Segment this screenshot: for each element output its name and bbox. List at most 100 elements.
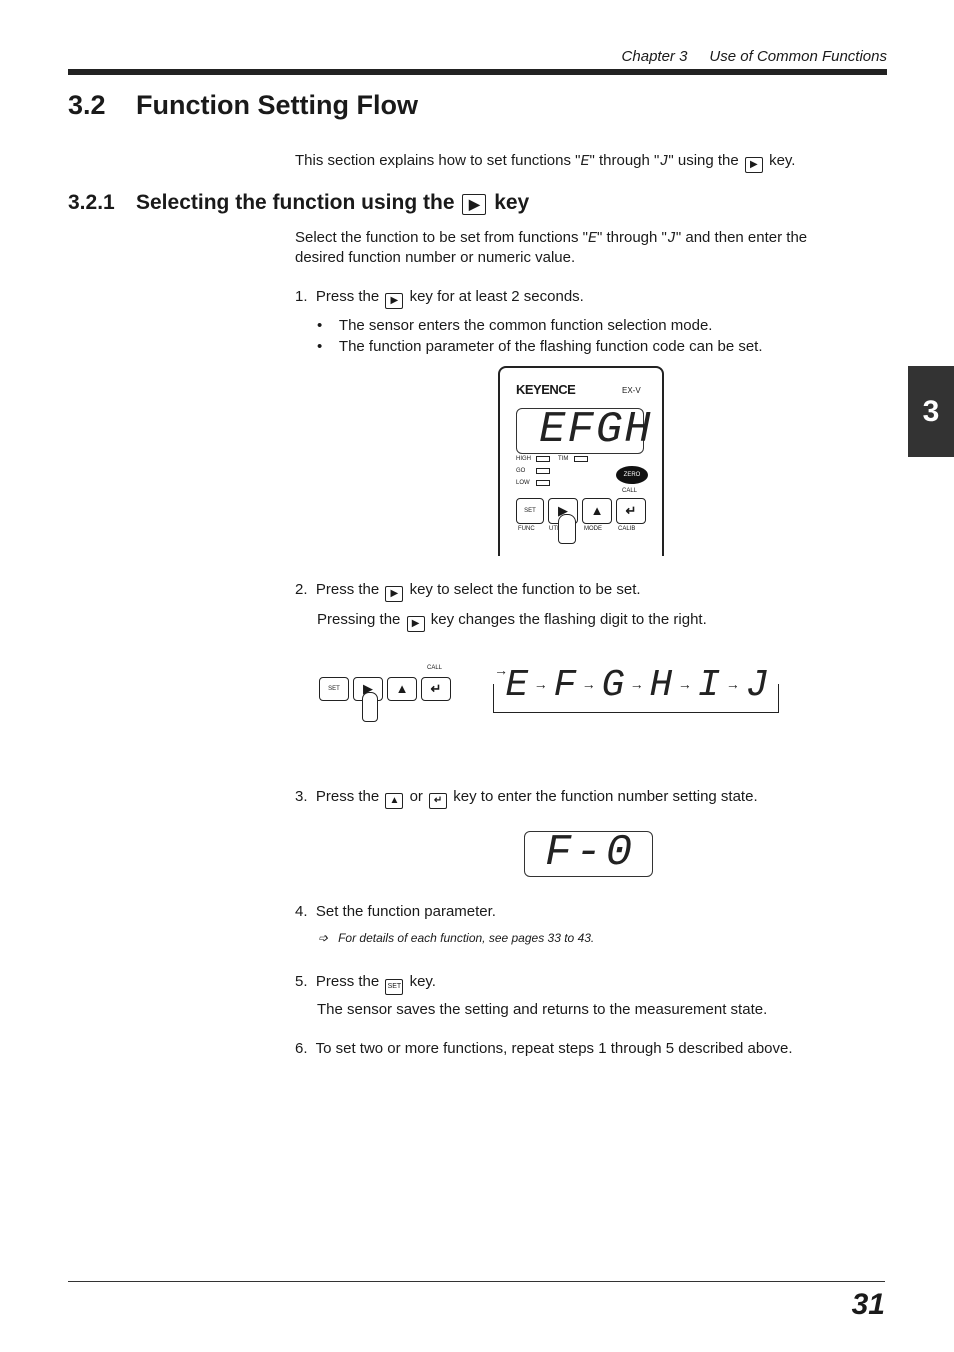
section-title-text: Function Setting Flow <box>136 90 418 120</box>
step-5-detail: The sensor saves the setting and returns… <box>317 1001 768 1018</box>
code-j: J <box>745 664 769 707</box>
display-text: F-0 <box>545 828 637 878</box>
code-e: E <box>505 664 529 707</box>
step-3: 3. Press the ▲ or ↵ key to enter the fun… <box>295 787 758 809</box>
right-arrow-key-icon: ▶ <box>406 616 425 632</box>
footer-rule <box>68 1281 885 1282</box>
enter-key-icon: ↵ <box>429 793 448 809</box>
t: Press the <box>315 788 380 805</box>
set-key-icon: SET <box>385 979 404 995</box>
key-label: MODE <box>584 526 602 532</box>
chapter-title: Use of Common Functions <box>709 48 887 65</box>
led-tim <box>574 456 588 462</box>
step-number: 2. <box>295 581 308 598</box>
led-high <box>536 456 550 462</box>
up-arrow-key-icon: ▲ <box>385 793 404 809</box>
step-2-detail: Pressing the ▶ key changes the flashing … <box>317 610 707 632</box>
t: " and then enter the <box>675 229 808 246</box>
key-row-illustration: CALL SET ▶ ▲ ↵ <box>319 664 454 724</box>
function-codes: → E → F → G → H → I → J <box>497 664 769 708</box>
step-number: 4. <box>295 903 308 920</box>
code-g: G <box>601 664 625 707</box>
manual-page: Chapter 3 Use of Common Functions 3.2 Func… <box>0 0 954 1352</box>
code-i: I <box>697 664 721 707</box>
up-arrow-key-icon: ▲ <box>582 498 612 524</box>
function-cycle-diagram: → E → F → G → H → I → J <box>493 664 779 714</box>
t: key. <box>409 973 436 990</box>
step-5: 5. Press the SET key. <box>295 972 436 995</box>
chapter-side-tab: 3 <box>908 366 954 457</box>
t: key to enter the function number setting… <box>453 788 758 805</box>
t: To set two or more functions, repeat ste… <box>315 1040 793 1057</box>
t: " through " <box>589 152 660 169</box>
t: The function parameter of the flashing f… <box>338 338 763 355</box>
display-text: EFGH <box>539 405 653 455</box>
t: E <box>587 230 597 247</box>
t: Pressing the <box>317 611 401 628</box>
t: This section explains how to set functio… <box>295 152 581 169</box>
t: Press the <box>315 581 380 598</box>
model-label: EX-V <box>622 386 641 395</box>
subsection-title: 3.2.1 Selecting the function using the ▶ … <box>68 191 529 215</box>
step-number: 1. <box>295 288 308 305</box>
step-1-bullets: • The sensor enters the common function … <box>317 316 763 356</box>
lcd-display: EFGH <box>516 405 651 455</box>
t: For details of each function, see pages … <box>338 931 595 945</box>
bullet-item: • The sensor enters the common function … <box>317 317 713 334</box>
step-4: 4. Set the function parameter. <box>295 902 496 921</box>
led-label: GO <box>516 468 526 474</box>
bullet-item: • The function parameter of the flashing… <box>317 338 763 355</box>
function-number-display: F-0 <box>524 828 653 878</box>
t: key. <box>769 152 796 169</box>
enter-key-icon: ↵ <box>421 677 451 701</box>
intro-text: This section explains how to set functio… <box>295 151 795 173</box>
reference-arrow-icon: ➩ <box>318 931 329 945</box>
code-f: F <box>553 664 577 707</box>
set-key-icon: SET <box>319 677 349 701</box>
t: Press the <box>315 973 380 990</box>
running-header: Chapter 3 Use of Common Functions <box>622 48 887 65</box>
key-label: CALIB <box>618 526 636 532</box>
t: " through " <box>597 229 667 246</box>
t: Press the <box>315 288 380 305</box>
step-6: 6. To set two or more functions, repeat … <box>295 1039 793 1058</box>
reference-note: ➩ For details of each function, see page… <box>318 931 594 945</box>
right-arrow-key-icon: ▶ <box>385 586 404 602</box>
step-number: 6. <box>295 1040 308 1057</box>
t: key <box>494 191 530 214</box>
right-arrow-key-icon: ▶ <box>744 157 763 173</box>
header-rule <box>68 69 887 75</box>
t: key changes the flashing digit to the ri… <box>430 611 707 628</box>
t: or <box>409 788 423 805</box>
led-low <box>536 480 550 486</box>
page-number: 31 <box>851 1288 885 1321</box>
key-label: FUNC <box>518 526 535 532</box>
t: " using the <box>668 152 739 169</box>
step-number: 5. <box>295 973 308 990</box>
code-h: H <box>649 664 673 707</box>
section-number: 3.2 <box>68 90 106 120</box>
t: Set the function parameter. <box>315 903 496 920</box>
call-label: CALL <box>427 665 443 671</box>
up-arrow-key-icon: ▲ <box>387 677 417 701</box>
step-1: 1. Press the ▶ key for at least 2 second… <box>295 287 584 309</box>
sensor-device-illustration: KEYENCE EX-V EFGH HIGH GO LOW TIM ZERO C… <box>498 366 664 556</box>
step-2: 2. Press the ▶ key to select the functio… <box>295 580 641 602</box>
subsection-number: 3.2.1 <box>68 191 115 214</box>
t: Selecting the function using the <box>136 191 455 214</box>
led-go <box>536 468 550 474</box>
right-arrow-key-icon: ▶ <box>462 194 487 215</box>
t: The sensor enters the common function se… <box>338 317 713 334</box>
step-number: 3. <box>295 788 308 805</box>
enter-key-icon: ↵ <box>616 498 646 524</box>
t: J <box>666 230 676 247</box>
t: J <box>659 153 669 170</box>
led-label: TIM <box>558 456 569 462</box>
led-label: LOW <box>516 480 530 486</box>
chapter-label: Chapter 3 <box>621 48 688 65</box>
t: key for at least 2 seconds. <box>409 288 584 305</box>
brand-logo: KEYENCE <box>516 382 576 397</box>
subsection-intro: Select the function to be set from funct… <box>295 228 855 267</box>
zero-button: ZERO <box>616 466 648 484</box>
hand-pointer-icon <box>558 514 576 544</box>
